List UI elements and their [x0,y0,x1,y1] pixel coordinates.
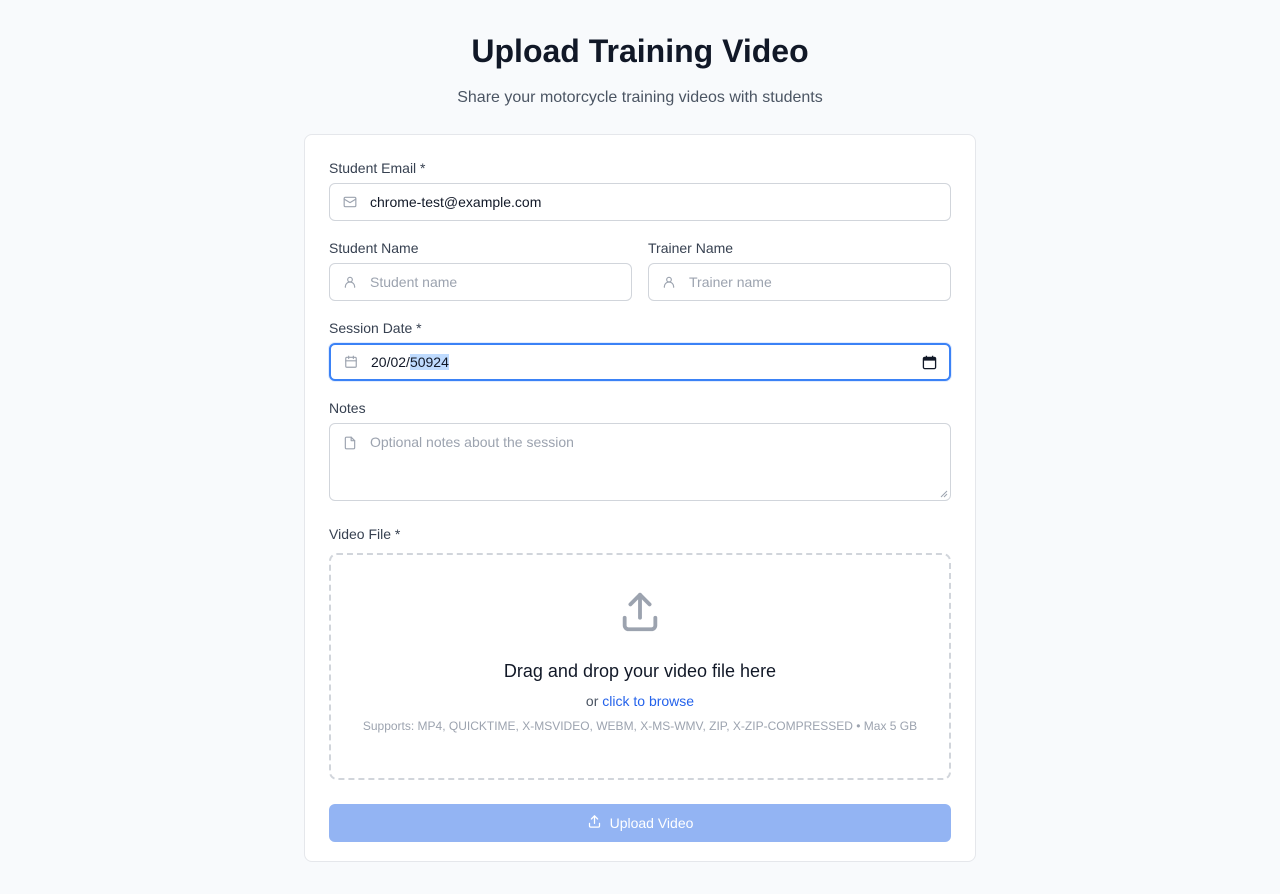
name-row: Student Name Trainer Name [329,239,951,301]
session-date-group: Session Date * 20/02/50924 [329,319,951,381]
email-field[interactable] [330,184,950,220]
email-label: Student Email * [329,160,426,176]
trainer-name-wrapper [648,263,951,301]
page-title: Upload Training Video [471,33,809,69]
page-header: Upload Training Video Share your motorcy… [0,0,1280,108]
video-file-group: Video File * Drag and drop your video fi… [329,525,951,780]
session-date-input[interactable]: 20/02/50924 [329,343,951,381]
calendar-icon [344,355,358,369]
upload-video-button-label: Upload Video [609,815,694,831]
video-dropzone[interactable]: Drag and drop your video file here or cl… [329,553,951,780]
trainer-name-group: Trainer Name [648,239,951,301]
date-day-month[interactable]: 20/02/ [371,354,410,370]
notes-label: Notes [329,400,366,416]
video-file-label: Video File * [329,526,401,542]
student-name-label: Student Name [329,240,419,256]
email-group: Student Email * [329,159,951,221]
email-field-wrapper [329,183,951,221]
student-name-group: Student Name [329,239,632,301]
dropzone-or-line: or click to browse [586,692,694,710]
upload-form-card: Student Email * Student Name Trainer Nam… [304,134,976,862]
user-icon [343,275,357,289]
mail-icon [343,195,357,209]
notes-group: Notes [329,399,951,501]
dropzone-or-text: or [585,693,603,709]
file-icon [343,436,357,450]
calendar-picker-icon[interactable] [921,354,937,370]
upload-video-button[interactable]: Upload Video [329,804,951,842]
upload-icon [587,814,602,832]
user-icon [662,275,676,289]
page-subtitle: Share your motorcycle training videos wi… [457,89,823,106]
trainer-name-label: Trainer Name [648,240,734,256]
session-date-label: Session Date * [329,320,422,336]
date-year-selected[interactable]: 50924 [409,354,449,370]
dropzone-title: Drag and drop your video file here [503,661,777,681]
supported-formats-text: Supports: MP4, QUICKTIME, X-MSVIDEO, WEB… [362,719,918,733]
browse-link[interactable]: click to browse [602,693,694,709]
notes-textarea[interactable] [330,424,950,500]
session-date-value[interactable]: 20/02/50924 [331,354,921,370]
upload-icon [617,589,663,640]
notes-wrapper [329,423,951,501]
student-name-input[interactable] [330,264,631,300]
trainer-name-input[interactable] [649,264,950,300]
resize-handle-icon[interactable] [940,490,948,498]
student-name-wrapper [329,263,632,301]
